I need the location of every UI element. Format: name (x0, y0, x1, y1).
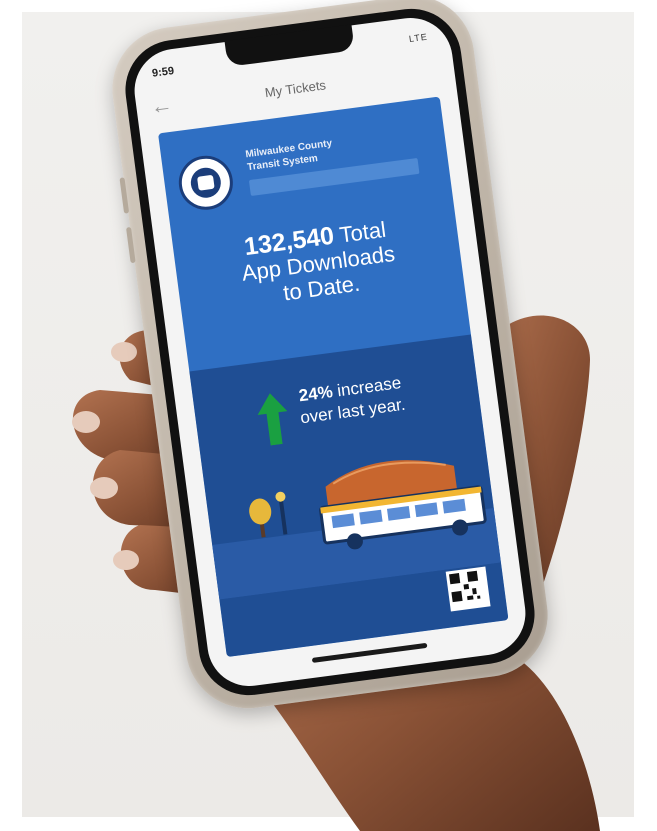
home-indicator[interactable] (311, 642, 428, 663)
qr-code-icon[interactable] (445, 566, 491, 612)
status-signal: LTE (408, 31, 429, 44)
agency-name: Milwaukee County Transit System (245, 137, 335, 174)
downloads-stat: 132,540 Total App Downloads to Date. (173, 208, 464, 319)
growth-number: 24% (297, 382, 334, 406)
status-time: 9:59 (151, 65, 175, 80)
ticket-card: Milwaukee County Transit System 132,540 … (158, 96, 509, 658)
county-seal-icon (175, 152, 237, 214)
